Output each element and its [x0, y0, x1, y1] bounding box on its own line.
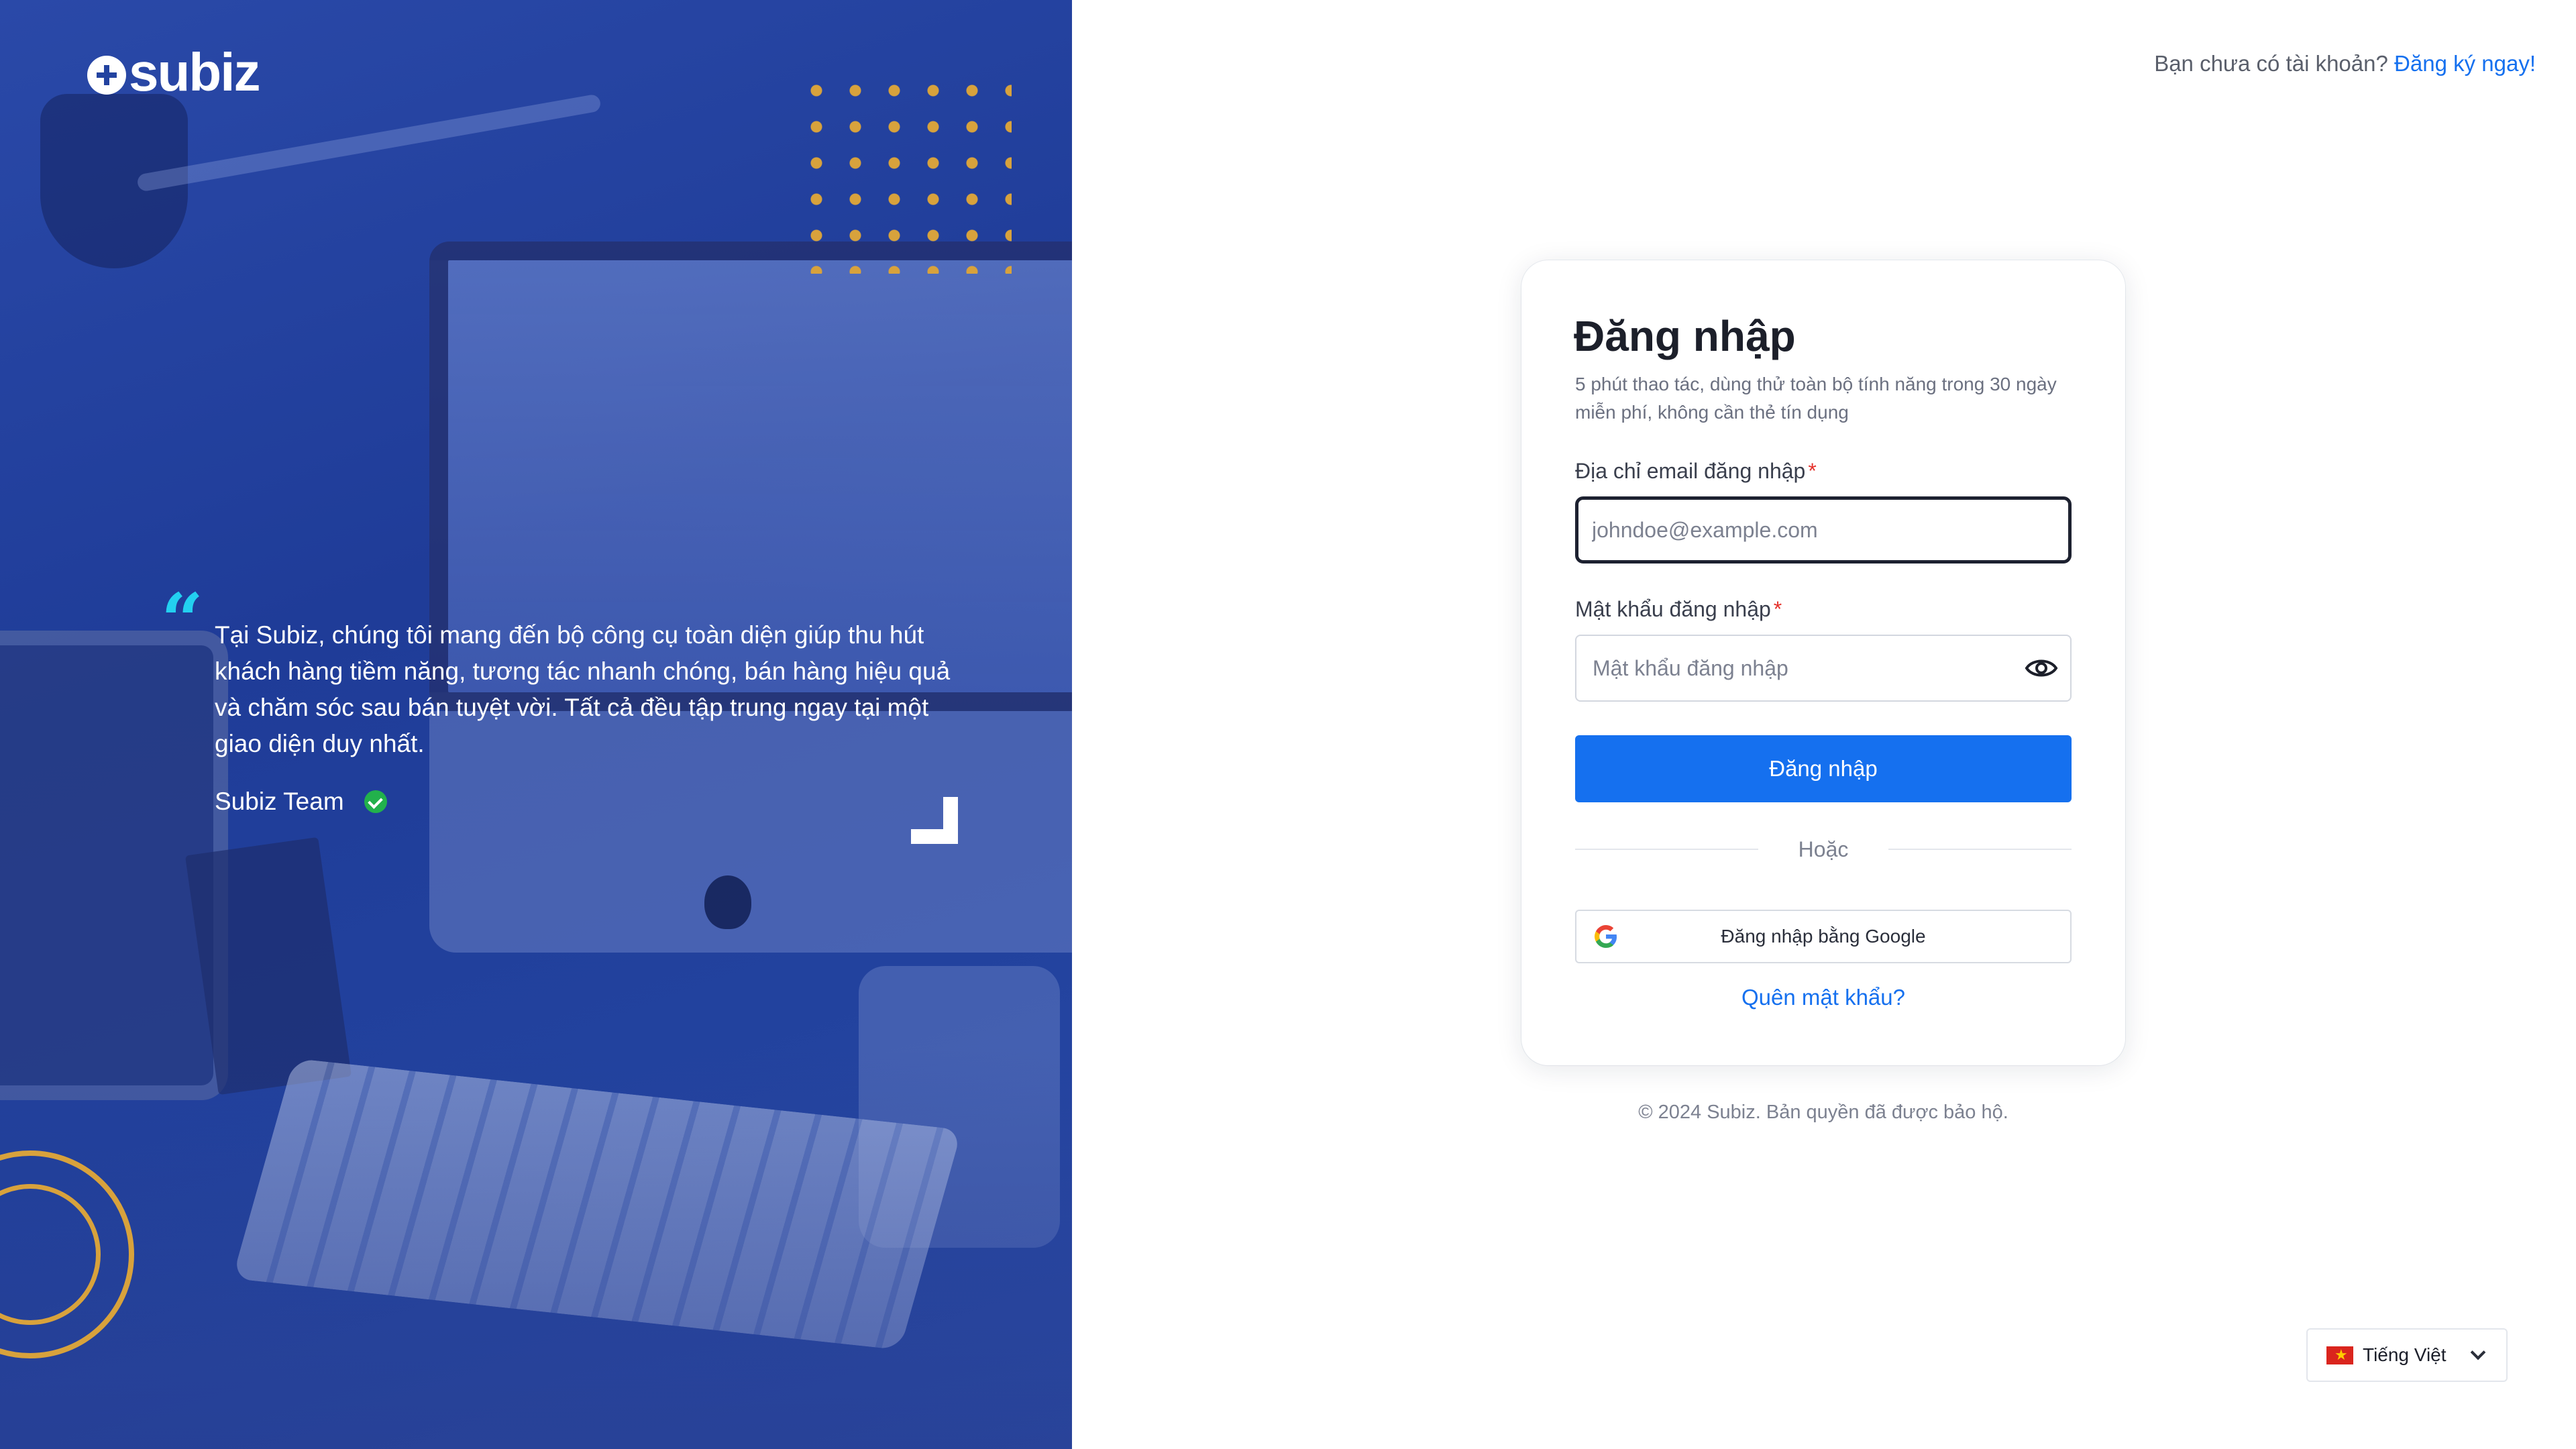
signup-prompt: Bạn chưa có tài khoản? Đăng ký ngay! — [2154, 51, 2536, 76]
google-login-label: Đăng nhập bằng Google — [1721, 926, 1926, 947]
dot-pattern — [797, 72, 1012, 274]
password-label: Mật khẩu đăng nhập * — [1575, 597, 1782, 622]
email-field[interactable] — [1575, 496, 2072, 564]
apple-logo-icon — [704, 875, 751, 929]
divider-line — [1575, 849, 1758, 850]
password-label-text: Mật khẩu đăng nhập — [1575, 597, 1771, 621]
language-selector[interactable]: Tiếng Việt — [2306, 1328, 2508, 1382]
eye-icon[interactable] — [2025, 655, 2058, 682]
testimonial-author: Subiz Team — [215, 788, 387, 816]
author-name: Subiz Team — [215, 788, 344, 815]
hero-panel: subiz “ Tại Subiz, chúng tôi mang đến bộ… — [0, 0, 1072, 1449]
divider-text: Hoặc — [1798, 837, 1849, 861]
plus-circle-icon — [87, 56, 126, 95]
testimonial-text: Tại Subiz, chúng tôi mang đến bộ công cụ… — [215, 621, 951, 757]
desk-shadow — [0, 1046, 1072, 1449]
vietnam-flag-icon — [2326, 1345, 2353, 1365]
signup-prompt-text: Bạn chưa có tài khoản? — [2154, 51, 2388, 76]
login-button[interactable]: Đăng nhập — [1575, 735, 2072, 802]
verified-check-icon — [364, 790, 387, 813]
google-icon — [1595, 925, 1617, 948]
quote-icon: “ — [161, 577, 204, 663]
email-label-text: Địa chỉ email đăng nhập — [1575, 459, 1806, 483]
login-subtitle: 5 phút thao tác, dùng thử toàn bộ tính n… — [1575, 374, 2057, 423]
google-login-button[interactable]: Đăng nhập bằng Google — [1575, 910, 2072, 963]
subiz-logo[interactable]: subiz — [87, 42, 260, 103]
logo-text: subiz — [129, 42, 260, 102]
chevron-down-icon — [2470, 1344, 2486, 1360]
or-divider: Hoặc — [1575, 836, 2072, 863]
email-label: Địa chỉ email đăng nhập * — [1575, 459, 1817, 484]
login-title: Đăng nhập — [1574, 312, 1796, 360]
corner-bracket-icon — [911, 797, 958, 844]
password-field[interactable] — [1575, 635, 2072, 702]
divider-line — [1888, 849, 2072, 850]
login-card: Đăng nhập 5 phút thao tác, dùng thử toàn… — [1521, 260, 2125, 1065]
signup-link[interactable]: Đăng ký ngay! — [2394, 51, 2536, 76]
copyright-text: © 2024 Subiz. Bản quyền đã được bảo hộ. — [1638, 1102, 2008, 1123]
required-mark: * — [1773, 597, 1782, 621]
language-label: Tiếng Việt — [2363, 1344, 2447, 1365]
forgot-password-link[interactable]: Quên mật khẩu? — [1521, 985, 2125, 1010]
required-mark: * — [1808, 459, 1817, 483]
lamp-arm — [136, 93, 602, 193]
